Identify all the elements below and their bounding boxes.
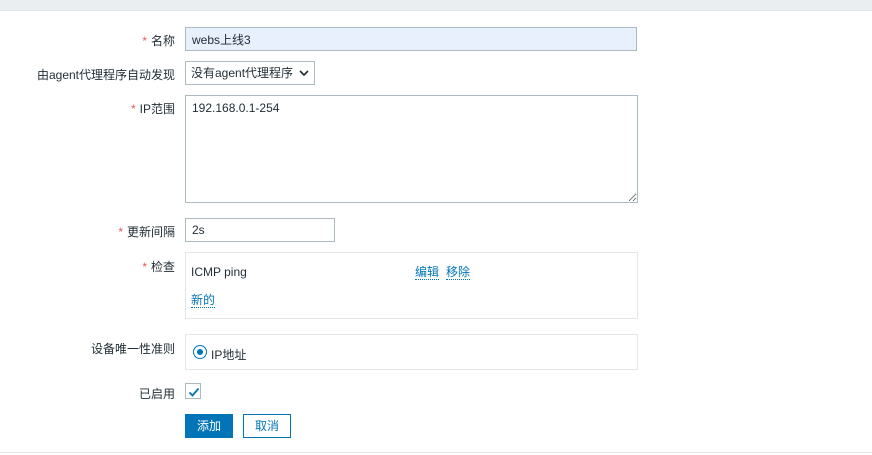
enabled-label: 已启用 (138, 387, 175, 401)
required-mark: * (142, 34, 147, 48)
checks-box: ICMP ping 编辑 移除 新的 (185, 252, 638, 319)
required-mark: * (142, 260, 147, 274)
update-interval-label: * 更新间隔 (118, 225, 175, 239)
radio-selected-dot (197, 349, 203, 355)
name-label: * 名称 (142, 34, 175, 48)
proxy-label: 由agent代理程序自动发现 (36, 68, 175, 82)
edit-check-link[interactable]: 编辑 (415, 265, 440, 280)
remove-check-link[interactable]: 移除 (446, 265, 471, 280)
new-check-link[interactable]: 新的 (191, 293, 216, 308)
required-mark: * (118, 225, 123, 239)
top-bar (0, 0, 872, 11)
ip-range-textarea[interactable]: 192.168.0.1-254 (185, 95, 638, 203)
cancel-button[interactable]: 取消 (243, 414, 291, 438)
add-button[interactable]: 添加 (185, 414, 233, 438)
bottom-divider (0, 452, 872, 453)
uniqueness-box: IP地址 (185, 334, 638, 370)
ip-address-radio[interactable] (193, 345, 207, 359)
check-name: ICMP ping (191, 265, 247, 279)
check-icon (188, 387, 200, 397)
enabled-checkbox[interactable] (185, 383, 201, 399)
name-input[interactable] (185, 27, 637, 51)
proxy-select[interactable]: 没有agent代理程序 (185, 61, 315, 85)
chevron-down-icon (299, 62, 309, 93)
ip-range-label: * IP范围 (130, 102, 175, 116)
required-mark: * (130, 102, 136, 116)
ip-address-option-label: IP地址 (211, 348, 247, 362)
uniqueness-label: 设备唯一性准则 (90, 342, 175, 356)
update-interval-input[interactable] (185, 218, 335, 242)
checks-label: * 检查 (142, 260, 175, 274)
